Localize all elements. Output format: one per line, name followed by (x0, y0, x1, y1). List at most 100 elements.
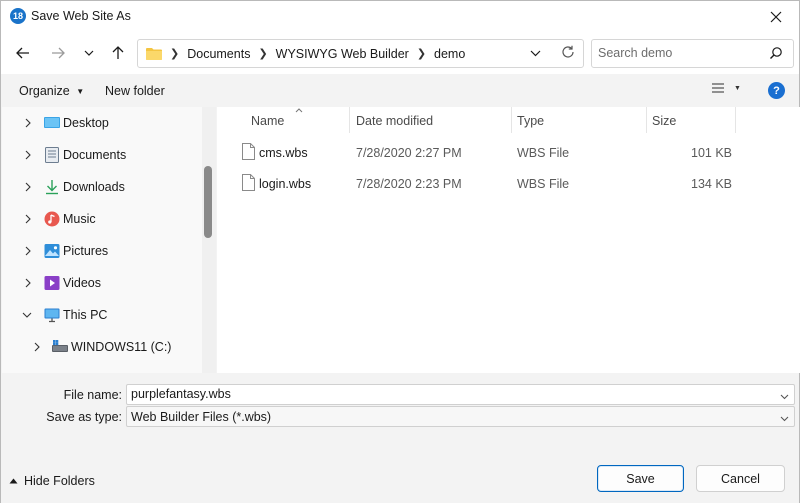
file-name-label: File name: (63, 388, 122, 402)
save-type-label: Save as type: (46, 410, 122, 424)
file-row[interactable]: cms.wbs 7/28/2020 2:27 PM WBS File 101 K… (217, 138, 800, 168)
view-options-button[interactable]: ▼ (711, 82, 741, 94)
help-button[interactable]: ? (768, 82, 785, 99)
nav-item-windows-drive[interactable]: WINDOWS11 (C:) (2, 333, 202, 361)
breadcrumb-wysiwyg[interactable]: WYSIWYG Web Builder (276, 47, 409, 61)
breadcrumb-demo[interactable]: demo (434, 47, 465, 61)
drive-icon (52, 339, 68, 355)
chevron-right-icon[interactable] (22, 149, 34, 161)
caret-down-icon: ▼ (76, 87, 85, 96)
nav-item-label: Pictures (63, 244, 109, 258)
chevron-down-icon (84, 50, 94, 56)
organize-button[interactable]: Organize ▼ (19, 84, 84, 98)
nav-item-this-pc[interactable]: This PC (2, 301, 202, 329)
nav-item-label: Documents (63, 148, 127, 162)
command-bar: Organize ▼ New folder ▼ ? (1, 74, 799, 107)
save-type-select[interactable]: Web Builder Files (*.wbs) (126, 406, 795, 427)
nav-item-label: Downloads (63, 180, 125, 194)
column-divider[interactable] (646, 107, 647, 133)
chevron-down-icon[interactable] (780, 411, 789, 425)
organize-label: Organize (19, 84, 70, 98)
videos-icon (44, 275, 60, 291)
navigation-bar: ❯ Documents ❯ WYSIWYG Web Builder ❯ demo (1, 32, 799, 74)
search-box[interactable] (591, 39, 794, 68)
nav-item-pictures[interactable]: Pictures (2, 237, 202, 265)
close-button[interactable] (753, 1, 799, 32)
chevron-down-icon[interactable] (21, 309, 33, 321)
save-type-value: Web Builder Files (*.wbs) (131, 410, 272, 424)
column-divider[interactable] (735, 107, 736, 133)
file-name-field[interactable] (126, 384, 795, 405)
file-name: cms.wbs (259, 146, 308, 160)
chevron-right-icon[interactable] (22, 245, 34, 257)
column-header-size[interactable]: Size (652, 114, 676, 128)
file-list: Name Date modified Type Size cms.wbs 7/2… (217, 107, 800, 373)
app-icon: 18 (10, 8, 26, 24)
caret-down-icon: ▼ (734, 84, 741, 92)
search-input[interactable] (598, 46, 768, 60)
address-history-button[interactable] (530, 46, 541, 60)
refresh-button[interactable] (561, 45, 575, 62)
file-type: WBS File (517, 146, 570, 160)
desktop-icon (44, 115, 60, 131)
column-header-name[interactable]: Name (251, 108, 303, 128)
nav-scrollbar-thumb[interactable] (204, 166, 212, 238)
file-name: login.wbs (259, 177, 312, 191)
nav-item-videos[interactable]: Videos (2, 269, 202, 297)
arrow-left-icon (16, 47, 29, 59)
forward-button[interactable] (44, 39, 72, 67)
title-bar: 18 Save Web Site As (1, 1, 799, 32)
chevron-right-icon[interactable] (22, 277, 34, 289)
address-bar[interactable]: ❯ Documents ❯ WYSIWYG Web Builder ❯ demo (137, 39, 584, 68)
nav-scrollbar[interactable] (202, 107, 216, 373)
documents-icon (45, 147, 61, 163)
list-view-icon (712, 83, 724, 93)
column-divider[interactable] (511, 107, 512, 133)
column-header-type[interactable]: Type (517, 114, 544, 128)
search-icon[interactable] (769, 46, 783, 63)
chevron-down-icon (530, 50, 541, 57)
nav-item-downloads[interactable]: Downloads (2, 173, 202, 201)
nav-item-documents[interactable]: Documents (2, 141, 202, 169)
file-icon (242, 143, 255, 163)
nav-item-label: This PC (63, 308, 108, 322)
cancel-button[interactable]: Cancel (696, 465, 785, 492)
file-date: 7/28/2020 2:27 PM (356, 146, 462, 160)
back-button[interactable] (9, 39, 37, 67)
nav-item-label: WINDOWS11 (C:) (71, 340, 172, 354)
nav-item-desktop[interactable]: Desktop (2, 109, 202, 137)
save-type-row: Save as type: Web Builder Files (*.wbs) (1, 406, 799, 428)
nav-item-label: Music (63, 212, 96, 226)
nav-item-label: Videos (63, 276, 101, 290)
file-row[interactable]: login.wbs 7/28/2020 2:23 PM WBS File 134… (217, 169, 800, 199)
breadcrumb-documents[interactable]: Documents (187, 47, 250, 61)
save-dialog: 18 Save Web Site As ❯ Documents ❯ WYSIWY… (0, 0, 800, 503)
folder-icon (146, 48, 162, 60)
window-title: Save Web Site As (31, 9, 131, 23)
hide-folders-button[interactable]: Hide Folders (9, 474, 95, 488)
up-button[interactable] (104, 39, 132, 67)
file-icon (242, 174, 255, 194)
chevron-right-icon[interactable] (22, 213, 34, 225)
file-name-input[interactable] (131, 387, 751, 401)
chevron-right-icon[interactable] (22, 117, 34, 129)
save-button[interactable]: Save (597, 465, 684, 492)
new-folder-button[interactable]: New folder (105, 84, 165, 98)
nav-item-music[interactable]: Music (2, 205, 202, 233)
arrow-right-icon (52, 47, 65, 59)
chevron-down-icon[interactable] (780, 389, 789, 403)
chevron-right-icon[interactable] (31, 341, 43, 353)
file-type: WBS File (517, 177, 570, 191)
close-icon (770, 11, 782, 22)
recent-locations-button[interactable] (75, 39, 103, 67)
breadcrumb-separator-icon: ❯ (258, 48, 268, 60)
column-divider[interactable] (349, 107, 350, 133)
music-icon (44, 211, 60, 227)
nav-item-label: Desktop (63, 116, 109, 130)
file-date: 7/28/2020 2:23 PM (356, 177, 462, 191)
chevron-right-icon[interactable] (22, 181, 34, 193)
column-header-label: Name (251, 114, 285, 128)
downloads-icon (45, 179, 61, 195)
column-header-date[interactable]: Date modified (356, 114, 433, 128)
file-size: 101 KB (691, 146, 733, 160)
